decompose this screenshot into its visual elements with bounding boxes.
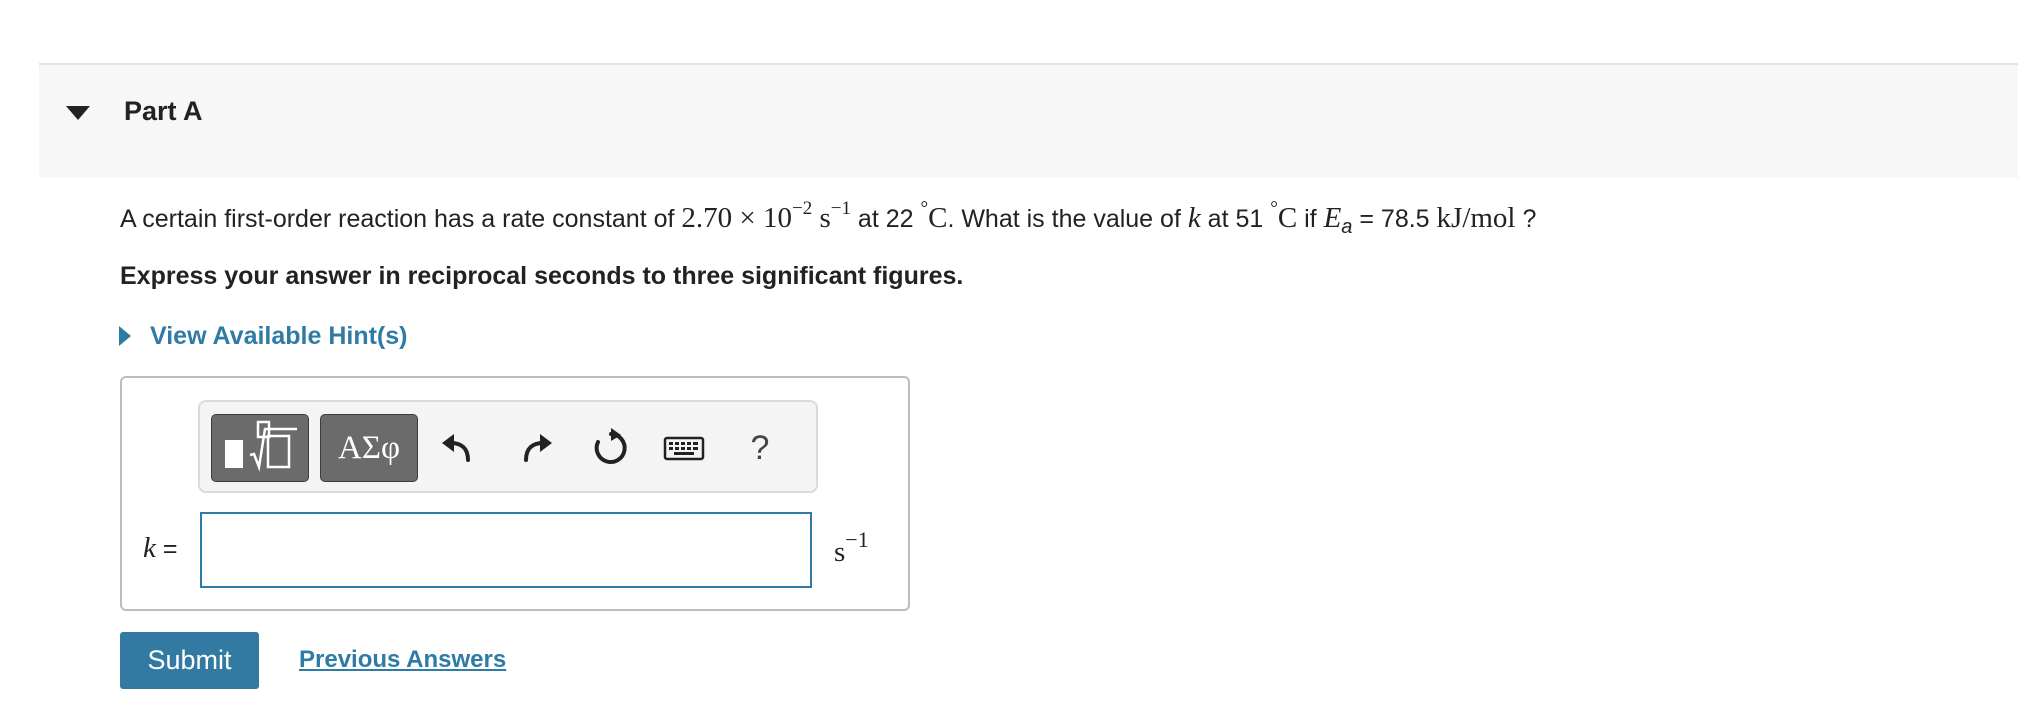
- expand-triangle-icon: [119, 326, 131, 346]
- undo-icon: [442, 434, 470, 462]
- collapse-triangle-icon[interactable]: [66, 104, 90, 122]
- question-text: A certain first-order reaction has a rat…: [120, 198, 1537, 238]
- redo-button[interactable]: [514, 426, 558, 470]
- previous-answers-link[interactable]: Previous Answers: [299, 646, 506, 674]
- activation-energy-symbol: Ea: [1323, 202, 1353, 238]
- keyboard-button[interactable]: [662, 426, 706, 470]
- reset-icon: [594, 428, 627, 464]
- answer-input[interactable]: [200, 512, 812, 588]
- part-title: Part A: [124, 96, 203, 126]
- answer-unit: s−1: [834, 527, 869, 568]
- energy-units: kJ/mol: [1436, 202, 1516, 234]
- greek-symbols-button[interactable]: ΑΣφ: [320, 414, 418, 482]
- rate-constant-value: 2.70 × 10−2 s−1: [681, 198, 851, 234]
- view-hints-toggle[interactable]: View Available Hint(s): [118, 320, 407, 352]
- templates-button[interactable]: [211, 414, 309, 482]
- templates-icon: [225, 420, 297, 472]
- undo-button[interactable]: [436, 426, 480, 470]
- submit-button[interactable]: Submit: [120, 632, 259, 689]
- temp2-unit: °C: [1270, 198, 1298, 234]
- keyboard-icon: [663, 436, 705, 461]
- math-toolbar: ΑΣφ ?: [198, 400, 818, 493]
- k-variable: k: [1187, 202, 1201, 234]
- reset-button[interactable]: [589, 426, 633, 470]
- help-icon[interactable]: ?: [738, 426, 782, 470]
- view-hints-label: View Available Hint(s): [150, 321, 408, 350]
- k-label: k =: [143, 532, 178, 564]
- redo-icon: [524, 434, 552, 462]
- temp1-unit: °C: [920, 198, 948, 234]
- instruction-text: Express your answer in reciprocal second…: [120, 262, 964, 290]
- part-header: [39, 65, 2018, 178]
